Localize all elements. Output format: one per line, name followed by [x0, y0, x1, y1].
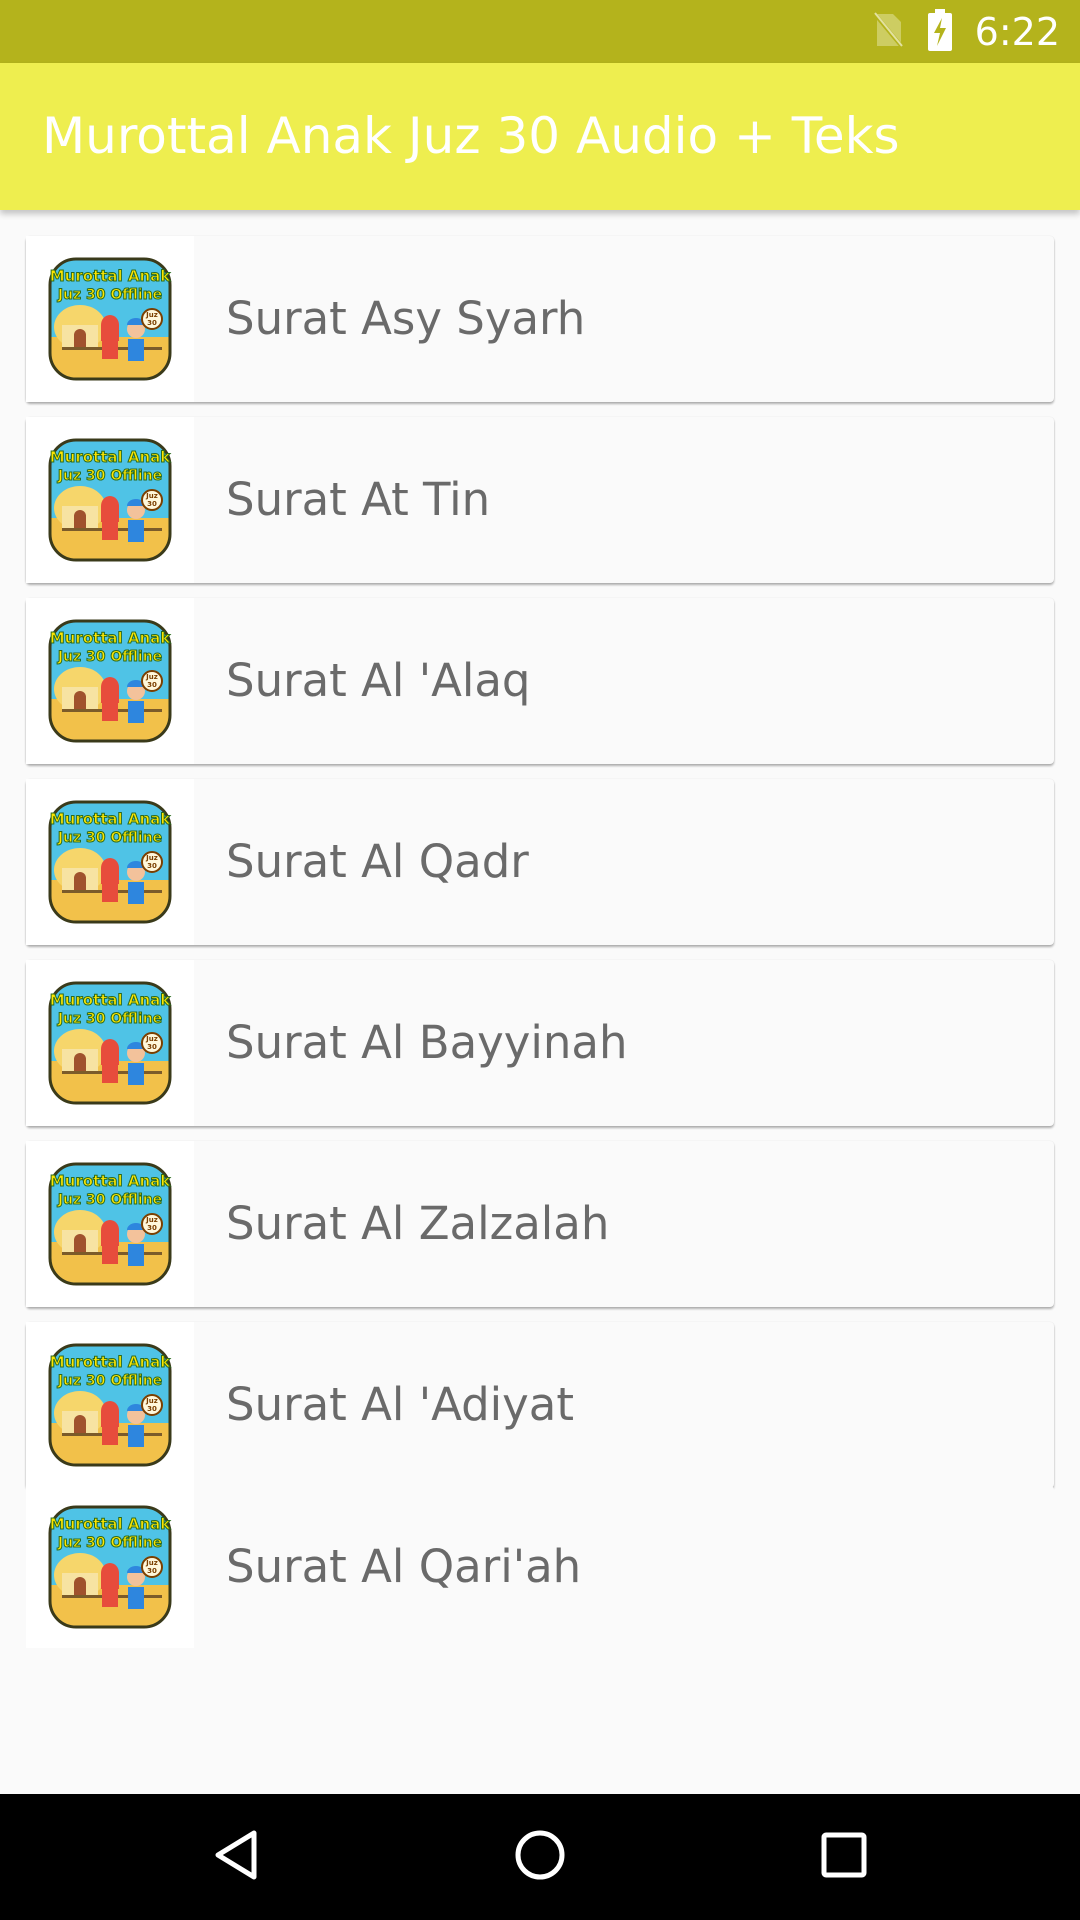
svg-text:Murottal Anak: Murottal Anak	[50, 1353, 172, 1371]
list-item-asy-syarh[interactable]: Murottal Anak Juz 30 Offline Juz 30 Sura…	[26, 236, 1054, 402]
app-title: Murottal Anak Juz 30 Audio + Teks	[42, 107, 900, 165]
svg-text:Juz: Juz	[145, 673, 158, 681]
app-logo-thumbnail: Murottal Anak Juz 30 Offline Juz 30	[48, 1162, 172, 1286]
svg-text:Juz 30 Offline: Juz 30 Offline	[57, 1373, 162, 1389]
app-logo-thumbnail: Murottal Anak Juz 30 Offline Juz 30	[48, 438, 172, 562]
list-item-al-bayyinah[interactable]: Murottal Anak Juz 30 Offline Juz 30 Sura…	[26, 960, 1054, 1126]
app-logo-thumbnail: Murottal Anak Juz 30 Offline Juz 30	[48, 619, 172, 743]
svg-text:30: 30	[147, 681, 157, 689]
list-item-label: Surat Al 'Alaq	[226, 654, 531, 707]
list-item-label: Surat Asy Syarh	[226, 292, 586, 345]
svg-text:Juz: Juz	[145, 1035, 158, 1043]
svg-text:Juz 30 Offline: Juz 30 Offline	[57, 830, 162, 846]
home-button[interactable]	[470, 1794, 610, 1920]
thumbnail-box: Murottal Anak Juz 30 Offline Juz 30	[26, 417, 194, 583]
svg-text:Juz 30 Offline: Juz 30 Offline	[57, 287, 162, 303]
status-icons: 6:22	[871, 0, 1060, 63]
svg-text:Murottal Anak: Murottal Anak	[50, 1515, 172, 1533]
svg-text:Murottal Anak: Murottal Anak	[50, 448, 172, 466]
thumbnail-box: Murottal Anak Juz 30 Offline Juz 30	[26, 1141, 194, 1307]
list-item-label: Surat Al Qari'ah	[226, 1540, 582, 1593]
thumbnail-box: Murottal Anak Juz 30 Offline Juz 30	[26, 598, 194, 764]
svg-text:Juz 30 Offline: Juz 30 Offline	[57, 649, 162, 665]
list-item-al-alaq[interactable]: Murottal Anak Juz 30 Offline Juz 30 Sura…	[26, 598, 1054, 764]
navigation-bar	[0, 1794, 1080, 1920]
svg-text:30: 30	[147, 1567, 157, 1575]
back-button[interactable]	[166, 1794, 306, 1920]
list-item-al-adiyat[interactable]: Murottal Anak Juz 30 Offline Juz 30 Sura…	[26, 1322, 1054, 1488]
svg-text:Murottal Anak: Murottal Anak	[50, 810, 172, 828]
app-logo-thumbnail: Murottal Anak Juz 30 Offline Juz 30	[48, 1505, 172, 1629]
svg-text:Juz: Juz	[145, 1397, 158, 1405]
recents-icon	[819, 1830, 869, 1884]
svg-text:Juz: Juz	[145, 492, 158, 500]
thumbnail-box: Murottal Anak Juz 30 Offline Juz 30	[26, 960, 194, 1126]
thumbnail-box: Murottal Anak Juz 30 Offline Juz 30	[26, 1322, 194, 1488]
list-item-label: Surat Al Qadr	[226, 835, 529, 888]
battery-charging-icon	[927, 8, 953, 55]
back-icon	[212, 1829, 260, 1885]
svg-text:Juz: Juz	[145, 311, 158, 319]
status-bar: 6:22	[0, 0, 1080, 63]
svg-text:Juz 30 Offline: Juz 30 Offline	[57, 1192, 162, 1208]
app-logo-thumbnail: Murottal Anak Juz 30 Offline Juz 30	[48, 800, 172, 924]
list-item-label: Surat At Tin	[226, 473, 491, 526]
svg-text:30: 30	[147, 1405, 157, 1413]
home-icon	[512, 1827, 568, 1887]
svg-text:Murottal Anak: Murottal Anak	[50, 991, 172, 1009]
app-bar: Murottal Anak Juz 30 Audio + Teks	[0, 63, 1080, 210]
svg-text:Murottal Anak: Murottal Anak	[50, 267, 172, 285]
svg-text:Juz 30 Offline: Juz 30 Offline	[57, 468, 162, 484]
app-logo-thumbnail: Murottal Anak Juz 30 Offline Juz 30	[48, 257, 172, 381]
list-item-al-qariah[interactable]: Murottal Anak Juz 30 Offline Juz 30 Sura…	[26, 1486, 1054, 1648]
svg-text:30: 30	[147, 319, 157, 327]
list-item-label: Surat Al Zalzalah	[226, 1197, 610, 1250]
svg-text:Juz 30 Offline: Juz 30 Offline	[57, 1011, 162, 1027]
svg-text:Murottal Anak: Murottal Anak	[50, 1172, 172, 1190]
list-item-al-zalzalah[interactable]: Murottal Anak Juz 30 Offline Juz 30 Sura…	[26, 1141, 1054, 1307]
app-logo-thumbnail: Murottal Anak Juz 30 Offline Juz 30	[48, 1343, 172, 1467]
svg-text:30: 30	[147, 1224, 157, 1232]
list-item-label: Surat Al Bayyinah	[226, 1016, 628, 1069]
thumbnail-box: Murottal Anak Juz 30 Offline Juz 30	[26, 779, 194, 945]
svg-text:30: 30	[147, 1043, 157, 1051]
thumbnail-box: Murottal Anak Juz 30 Offline Juz 30	[26, 236, 194, 402]
list-item-al-qadr[interactable]: Murottal Anak Juz 30 Offline Juz 30 Sura…	[26, 779, 1054, 945]
svg-text:30: 30	[147, 500, 157, 508]
recents-button[interactable]	[774, 1794, 914, 1920]
svg-text:30: 30	[147, 862, 157, 870]
app-logo-thumbnail: Murottal Anak Juz 30 Offline Juz 30	[48, 981, 172, 1105]
svg-text:Juz 30 Offline: Juz 30 Offline	[57, 1535, 162, 1551]
svg-text:Juz: Juz	[145, 1216, 158, 1224]
svg-text:Juz: Juz	[145, 854, 158, 862]
thumbnail-box: Murottal Anak Juz 30 Offline Juz 30	[26, 1486, 194, 1648]
svg-text:Juz: Juz	[145, 1559, 158, 1567]
svg-text:Murottal Anak: Murottal Anak	[50, 629, 172, 647]
status-time: 6:22	[974, 9, 1060, 54]
no-sim-icon	[871, 10, 905, 54]
list-item-at-tin[interactable]: Murottal Anak Juz 30 Offline Juz 30 Sura…	[26, 417, 1054, 583]
list-item-label: Surat Al 'Adiyat	[226, 1378, 574, 1431]
